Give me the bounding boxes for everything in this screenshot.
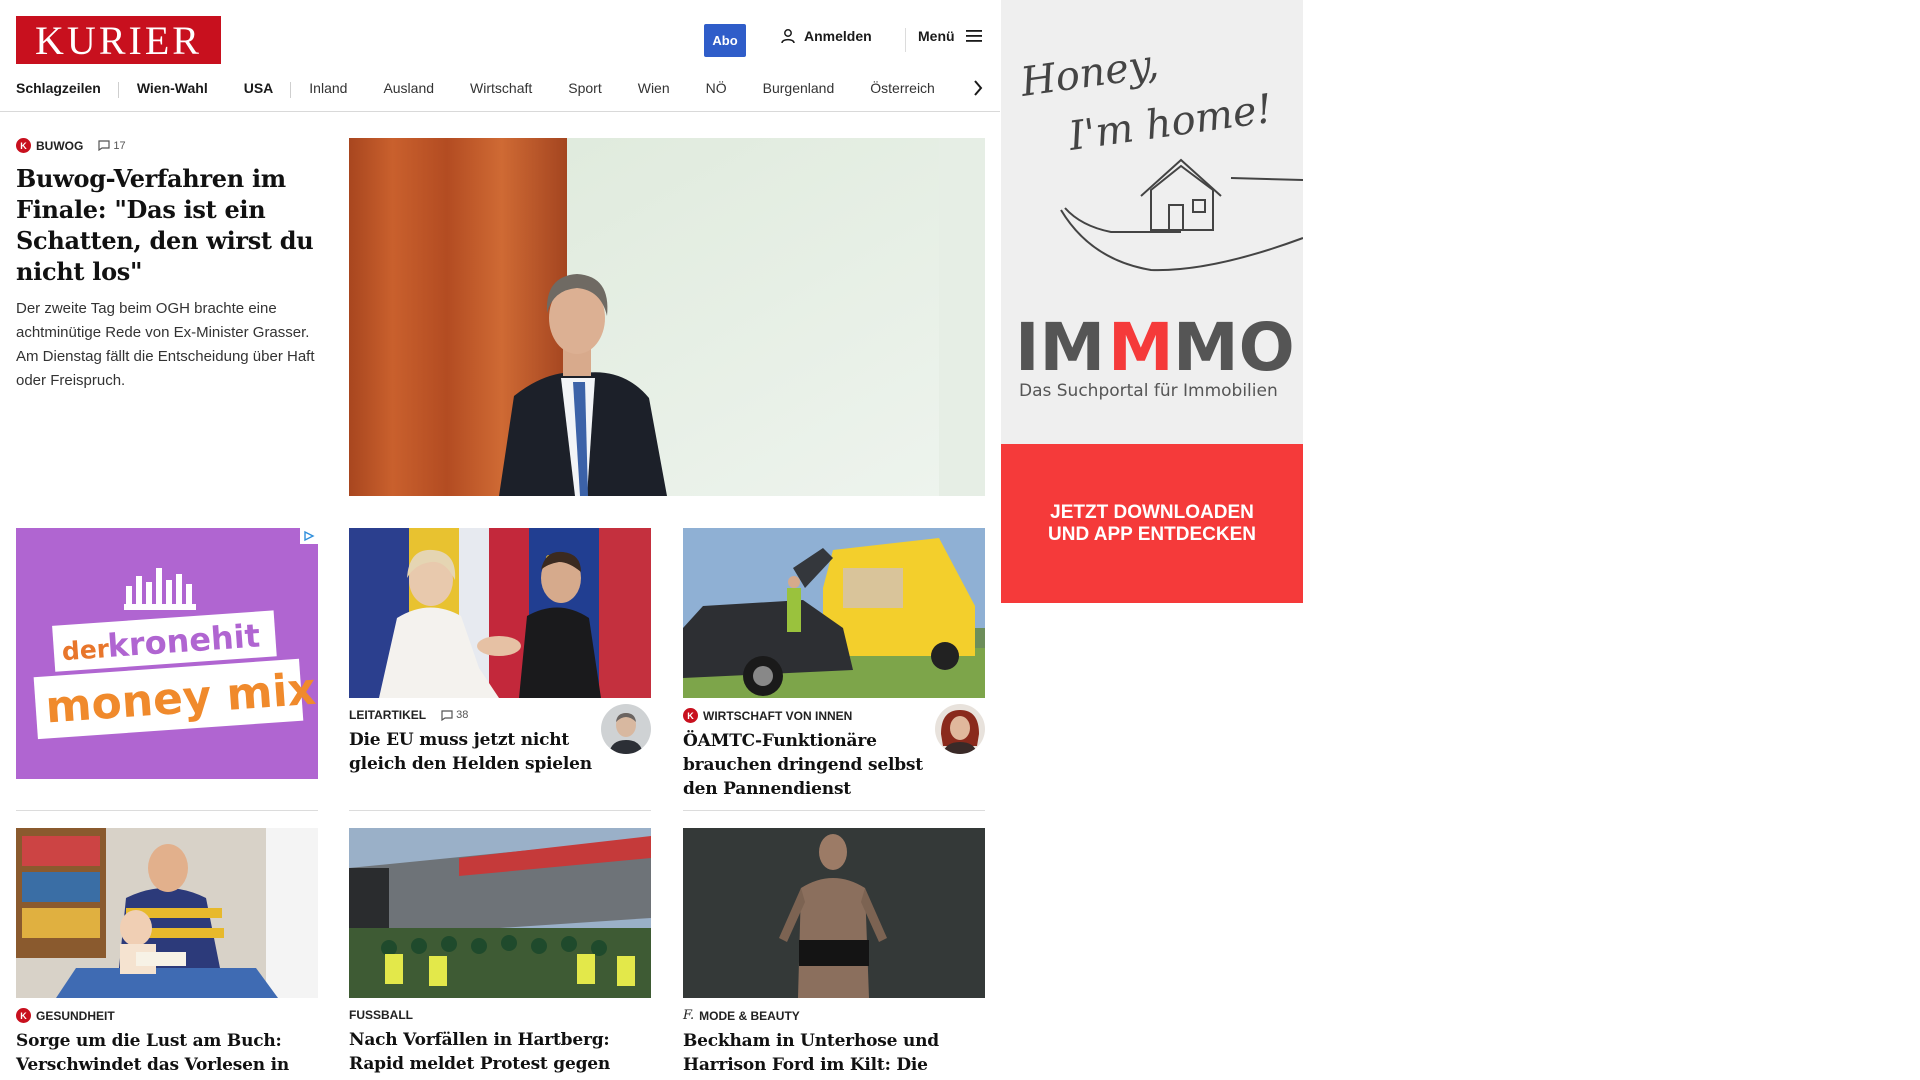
card-gesundheit[interactable]: K GESUNDHEIT Sorge um die Lust am Buch: … [16, 828, 318, 1080]
photo-beckham-ad [683, 828, 985, 998]
nav-scroll-right[interactable] [968, 76, 988, 100]
nav-item-noe[interactable]: NÖ [688, 80, 745, 96]
author-avatar[interactable] [935, 704, 985, 754]
lead-photo [349, 138, 985, 496]
immmo-tagline: Das Suchportal für Immobilien [1019, 381, 1278, 401]
author-avatar[interactable] [601, 704, 651, 754]
cta-line-1: JETZT DOWNLOADEN [1050, 501, 1254, 523]
card-kicker-label: MODE & BEAUTY [699, 1008, 800, 1023]
card-image[interactable] [16, 828, 318, 998]
user-icon [781, 29, 795, 44]
login-link[interactable]: Anmelden [780, 28, 872, 44]
card-kicker-label: LEITARTIKEL [349, 708, 427, 722]
kurier-plus-icon: K [16, 138, 31, 153]
ad-word-der: der [61, 634, 111, 666]
card-wirtschaft-von-innen[interactable]: K WIRTSCHAFT VON INNEN ÖAMTC-Funktionäre… [683, 528, 985, 801]
photo-stadium-crowd [349, 828, 651, 998]
card-fussball[interactable]: FUSSBALL Nach Vorfällen in Hartberg: Rap… [349, 828, 651, 1080]
card-divider [349, 810, 651, 811]
login-label: Anmelden [804, 28, 872, 44]
nav-item-sport[interactable]: Sport [550, 80, 619, 96]
kronehit-ad[interactable]: der kronehit money mix [16, 528, 318, 779]
author-photo [935, 704, 985, 754]
immmo-ad-visual: Honey, I'm home! IM M MO Das Suchportal … [1001, 0, 1303, 444]
ad-script-honey: Honey, [1017, 41, 1161, 106]
card-kicker-label: FUSSBALL [349, 1008, 413, 1022]
comment-icon [98, 140, 110, 151]
author-photo [601, 704, 651, 754]
lead-teaser: Der zweite Tag beim OGH brachte eine ach… [16, 300, 315, 389]
immmo-cta-button[interactable]: JETZT DOWNLOADEN UND APP ENTDECKEN [1001, 444, 1303, 603]
site-header: KURIER Abo Anmelden Menü [0, 0, 1000, 68]
nav-item-schlagzeilen[interactable]: Schlagzeilen [16, 80, 119, 98]
lead-story[interactable]: K BUWOG 17 Buwog-Verfahren im Finale: "D… [16, 138, 316, 393]
lead-kicker: K BUWOG 17 [16, 138, 316, 153]
nav-item-wien-wahl[interactable]: Wien-Wahl [119, 80, 226, 96]
lead-kicker-label: BUWOG [36, 138, 84, 153]
card-image[interactable] [349, 828, 651, 998]
ad-choices-icon[interactable] [300, 528, 318, 544]
card-kicker: K GESUNDHEIT [16, 1008, 318, 1023]
card-mode-beauty[interactable]: f. MODE & BEAUTY Beckham in Unterhose un… [683, 828, 985, 1080]
kronehit-logo: der kronehit money mix [33, 568, 317, 740]
nav-item-wirtschaft[interactable]: Wirtschaft [452, 80, 550, 96]
card-image[interactable] [683, 828, 985, 998]
abo-button[interactable]: Abo [704, 24, 746, 57]
card-divider [683, 810, 985, 811]
card-kicker-label: WIRTSCHAFT VON INNEN [703, 708, 853, 723]
card-kicker-label: GESUNDHEIT [36, 1008, 115, 1023]
immmo-illustration: Honey, I'm home! IM M MO Das Suchportal … [1015, 41, 1303, 401]
kurier-plus-icon: K [16, 1008, 31, 1023]
immmo-ad[interactable]: Honey, I'm home! IM M MO Das Suchportal … [1001, 0, 1303, 603]
nav-item-inland[interactable]: Inland [291, 80, 365, 96]
lead-image[interactable] [349, 138, 985, 496]
freizeit-icon: f. [683, 1008, 695, 1023]
card-image[interactable] [683, 528, 985, 698]
photo-oeamtc-car [683, 528, 985, 698]
kurier-plus-icon: K [683, 708, 698, 723]
card-headline[interactable]: Sorge um die Lust am Buch: Verschwindet … [16, 1029, 318, 1080]
card-headline[interactable]: Beckham in Unterhose und Harrison Ford i… [683, 1029, 985, 1080]
comment-icon [441, 709, 453, 721]
section-nav: Schlagzeilen Wien-Wahl USA Inland Auslan… [0, 72, 1000, 112]
kurier-homepage: KURIER Abo Anmelden Menü Schlagzeilen Wi… [0, 0, 1000, 1080]
card-headline[interactable]: Nach Vorfällen in Hartberg: Rapid meldet… [349, 1028, 651, 1080]
card-kicker: FUSSBALL [349, 1008, 651, 1022]
photo-reading-father [16, 828, 318, 998]
nav-item-burgenland[interactable]: Burgenland [745, 80, 853, 96]
card-leitartikel[interactable]: LEITARTIKEL 38 Die EU muss jetzt nicht g… [349, 528, 651, 776]
card-kicker: f. MODE & BEAUTY [683, 1008, 985, 1023]
kurier-logo[interactable]: KURIER [16, 16, 221, 64]
comment-count-value: 17 [113, 139, 126, 152]
menu-button[interactable]: Menü [918, 28, 983, 44]
comment-count[interactable]: 17 [98, 139, 126, 152]
nav-item-ausland[interactable]: Ausland [365, 80, 452, 96]
lead-headline[interactable]: Buwog-Verfahren im Finale: "Das ist ein … [16, 163, 316, 287]
header-divider [905, 28, 906, 52]
hamburger-icon [965, 30, 982, 42]
immmo-brand-a: IM [1015, 309, 1105, 386]
immmo-brand-b: M [1108, 309, 1174, 386]
nav-item-usa[interactable]: USA [226, 80, 292, 98]
photo-eu-handshake [349, 528, 651, 698]
chevron-right-icon [974, 80, 983, 96]
nav-item-wien[interactable]: Wien [620, 80, 688, 96]
immmo-brand-c: MO [1173, 309, 1295, 386]
ad-script-home: I'm home! [1065, 86, 1275, 160]
card-image[interactable] [349, 528, 651, 698]
nav-item-oesterreich[interactable]: Österreich [852, 80, 953, 96]
menu-label: Menü [918, 28, 955, 44]
comment-count[interactable]: 38 [441, 709, 468, 721]
comment-count-value: 38 [456, 709, 469, 721]
card-divider [16, 810, 318, 811]
cta-line-2: UND APP ENTDECKEN [1048, 523, 1256, 545]
